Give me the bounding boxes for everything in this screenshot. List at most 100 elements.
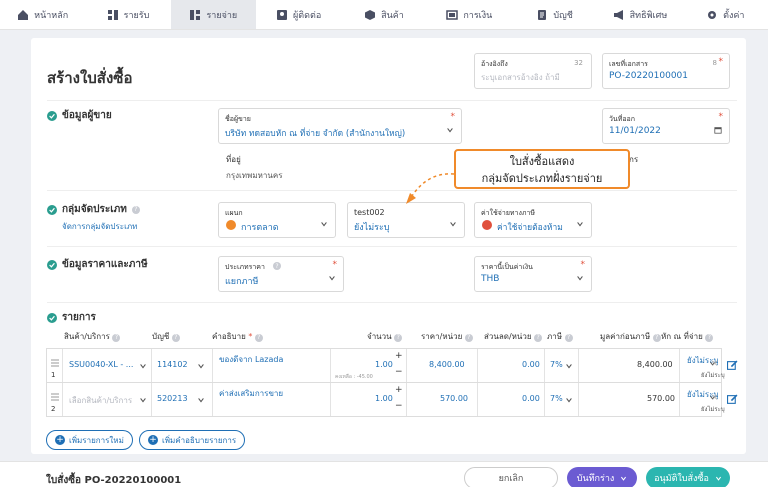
nav-item-product[interactable]: สินค้า	[341, 0, 426, 29]
divider	[212, 383, 213, 416]
reference-label: อ้างอิงถึง	[481, 60, 508, 68]
price-type-value: แยกภาษี	[225, 277, 259, 287]
approve-button[interactable]: อนุมัติใบสั่งซื้อ	[646, 467, 730, 487]
divider	[62, 349, 63, 382]
header-amount: มูลค่าก่อนภาษี ?	[600, 330, 661, 343]
partial-label: กร	[629, 155, 639, 164]
tax-select[interactable]: 7%	[550, 394, 563, 403]
qty-increment-button[interactable]: +	[395, 385, 403, 395]
reference-field[interactable]: อ้างอิงถึง 32 ระบุเอกสารอ้างอิง ถ้ามี	[474, 53, 592, 89]
header-account: บัญชี ?	[152, 330, 180, 343]
divider	[406, 383, 407, 416]
cancel-button[interactable]: ยกเลิก	[464, 467, 558, 487]
chevron-down-icon	[450, 222, 456, 227]
vendor-section-title: ข้อมูลผู้ขาย	[47, 108, 112, 123]
nav-item-label: หน้าหลัก	[34, 10, 69, 21]
qty-input[interactable]: 1.00	[375, 360, 393, 369]
discount-input[interactable]: 0.00	[522, 360, 540, 369]
divider	[578, 383, 579, 416]
nav-item-income[interactable]: รายรับ	[85, 0, 170, 29]
currency-select[interactable]: ราคานี้เป็นค่าเงิน * THB	[474, 256, 592, 292]
account-select[interactable]: 520213	[157, 394, 188, 403]
add-description-button[interactable]: + เพิ่มคำอธิบายรายการ	[139, 430, 246, 450]
expense-icon	[482, 220, 492, 230]
nav-item-contacts[interactable]: ผู้ติดต่อ	[256, 0, 341, 29]
header-description: คำอธิบาย * ?	[212, 330, 263, 343]
nav-item-label: บัญชี	[553, 10, 573, 21]
callout-line-2: กลุ่มจัดประเภทฝั่งรายจ่าย	[481, 172, 603, 185]
divider	[544, 349, 545, 382]
nav-item-label: ผู้ติดต่อ	[293, 10, 322, 21]
product-select[interactable]: เลือกสินค้า/บริการ	[69, 394, 132, 407]
drag-handle-icon[interactable]	[51, 393, 59, 401]
tax-select[interactable]: 7%	[550, 360, 563, 369]
nav-item-home[interactable]: หน้าหลัก	[0, 0, 85, 29]
header-tax: ภาษี ?	[547, 330, 573, 343]
qty-decrement-button[interactable]: −	[395, 401, 403, 411]
divider	[544, 383, 545, 416]
discount-input[interactable]: 0.00	[522, 394, 540, 403]
test002-label: test002	[354, 208, 385, 217]
department-select[interactable]: แผนก การตลาด	[218, 202, 336, 238]
price-type-select[interactable]: ประเภทราคา ? * แยกภาษี	[218, 256, 344, 292]
remove-row-icon[interactable]: ×	[711, 393, 719, 403]
wht-sub: ยังไม่ระบุ	[701, 372, 725, 379]
divider	[47, 190, 737, 191]
vendor-name-value: บริษัท ทดสอบหัก ณ ที่จ่าย จำกัด (สำนักงา…	[225, 129, 406, 139]
megaphone-icon	[613, 9, 623, 20]
required-mark: *	[580, 260, 586, 270]
chevron-down-icon	[140, 364, 146, 369]
table-row: 1 SSU0040-XL - ... 114102 ของดีจาก Lazad…	[46, 348, 725, 383]
required-mark: *	[718, 112, 724, 122]
qty-increment-button[interactable]: +	[395, 351, 403, 361]
test002-placeholder: ยังไม่ระบุ	[354, 223, 390, 233]
issue-date-value: 11/01/2022	[609, 126, 661, 136]
manage-category-link[interactable]: จัดการกลุ่มจัดประเภท	[62, 220, 137, 233]
tax-expense-select[interactable]: ค่าใช้จ่ายทางภาษี ค่าใช้จ่ายต้องห้าม	[474, 202, 592, 238]
chevron-down-icon	[566, 398, 572, 403]
description-input[interactable]: ของดีจาก Lazada	[219, 353, 283, 366]
qty-decrement-button[interactable]: −	[395, 367, 403, 377]
nav-item-gear[interactable]: ตั้งค่า	[683, 0, 768, 29]
price-input[interactable]: 8,400.00	[429, 360, 465, 369]
tax-expense-label: ค่าใช้จ่ายทางภาษี	[481, 209, 536, 217]
edit-icon[interactable]	[727, 360, 738, 371]
save-draft-button[interactable]: บันทึกร่าง	[567, 467, 637, 487]
nav-item-megaphone[interactable]: สิทธิพิเศษ	[597, 0, 682, 29]
price-input[interactable]: 570.00	[440, 394, 468, 403]
divider	[151, 349, 152, 382]
chevron-down-icon	[621, 476, 627, 481]
chevron-down-icon	[198, 398, 204, 403]
nav-item-expense[interactable]: รายจ่าย	[170, 0, 256, 29]
annotation-callout: ใบสั่งซื้อแสดง กลุ่มจัดประเภทฝั่งรายจ่าย	[454, 149, 630, 189]
add-item-button[interactable]: + เพิ่มรายการใหม่	[46, 430, 133, 450]
callout-arrow-icon	[406, 173, 455, 204]
description-input[interactable]: ค่าส่งเสริมการขาย	[219, 387, 283, 400]
drag-handle-icon[interactable]	[51, 359, 59, 367]
nav-item-label: การเงิน	[463, 10, 493, 21]
nav-item-accounting[interactable]: บัญชี	[512, 0, 597, 29]
finance-icon	[446, 9, 459, 20]
calendar-icon[interactable]	[714, 126, 722, 134]
amount-value: 570.00	[647, 394, 675, 403]
divider	[47, 246, 737, 247]
help-icon[interactable]: ?	[273, 262, 281, 270]
doc-number-counter: 8	[712, 59, 717, 67]
edit-icon[interactable]	[727, 394, 738, 405]
home-icon	[18, 9, 29, 20]
nav-item-finance[interactable]: การเงิน	[427, 0, 512, 29]
vendor-name-select[interactable]: ชื่อผู้ขาย * บริษัท ทดสอบหัก ณ ที่จ่าย จ…	[218, 108, 462, 144]
remove-row-icon[interactable]: ×	[711, 359, 719, 369]
help-icon[interactable]: ?	[131, 205, 140, 214]
chevron-down-icon	[577, 222, 583, 227]
account-select[interactable]: 114102	[157, 360, 188, 369]
divider	[330, 383, 331, 416]
qty-input[interactable]: 1.00	[375, 394, 393, 403]
product-select[interactable]: SSU0040-XL - ...	[69, 360, 133, 369]
briefcase-icon	[226, 220, 236, 230]
header-discount: ส่วนลด/หน่วย ?	[484, 330, 543, 343]
issue-date-field[interactable]: วันที่ออก * 11/01/2022	[602, 108, 730, 144]
nav-item-label: รายจ่าย	[206, 10, 238, 21]
chevron-down-icon	[198, 364, 204, 369]
doc-number-field[interactable]: เลขที่เอกสาร 8 * PO-20220100001	[602, 53, 730, 89]
